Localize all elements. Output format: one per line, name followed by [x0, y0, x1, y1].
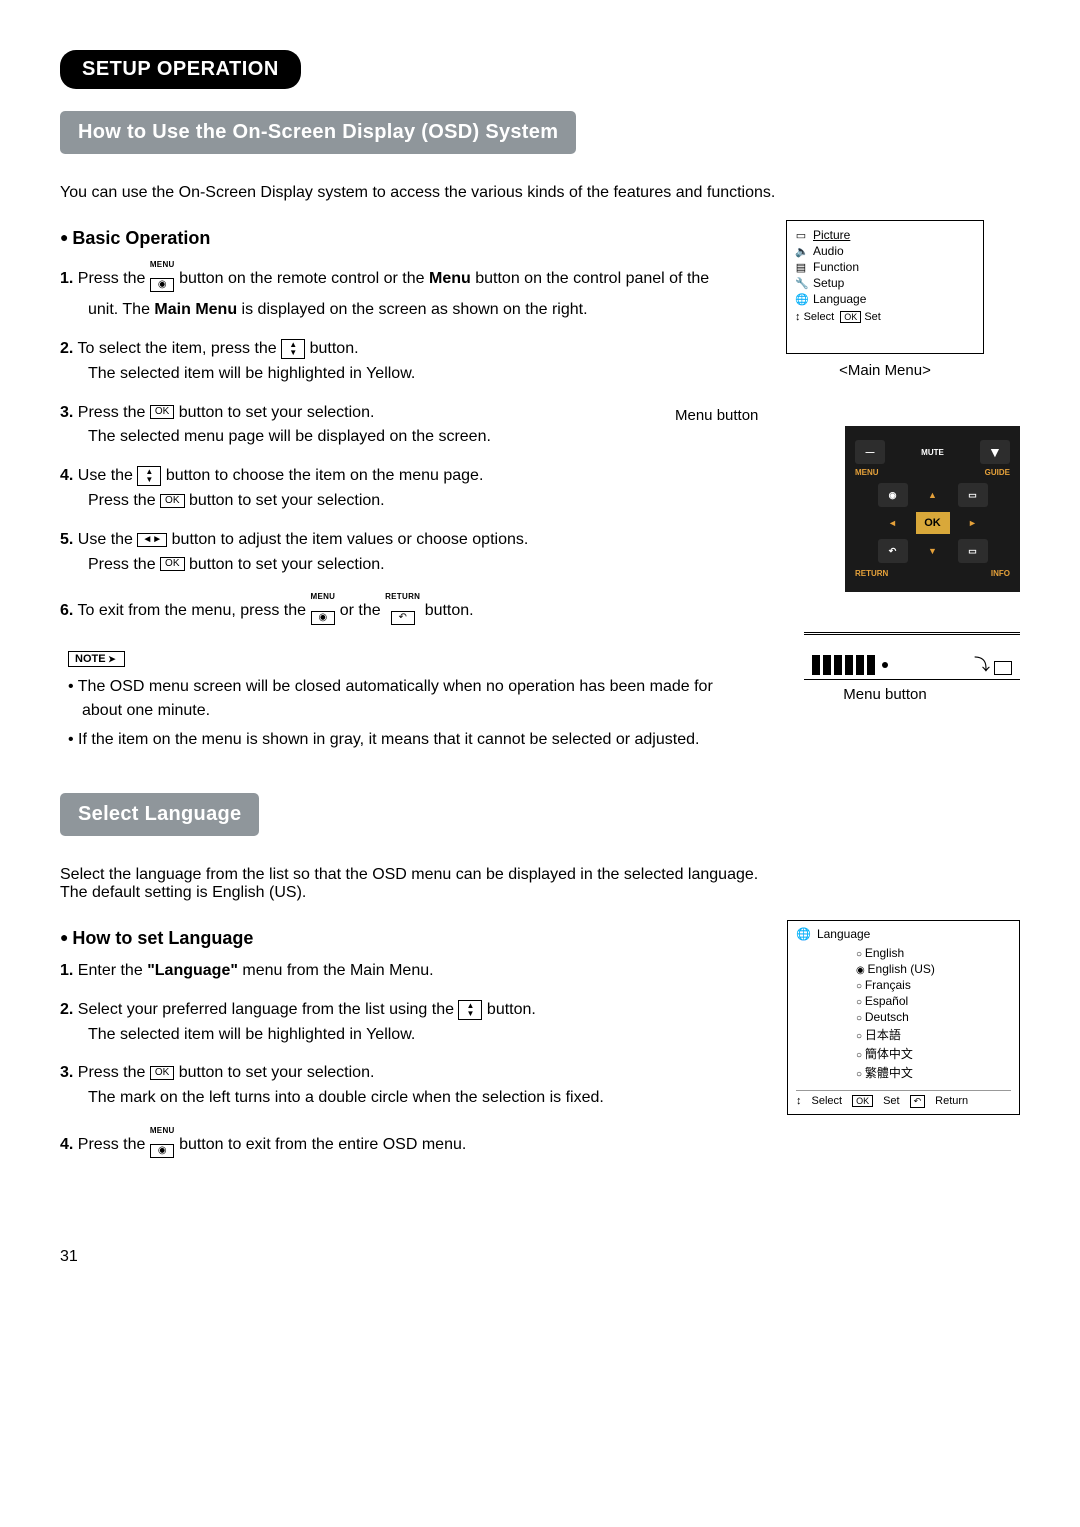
globe-icon: 🌐 — [796, 927, 811, 941]
osd-item-function: ▤ Function — [795, 259, 975, 275]
leftright-button-icon: ◄► — [137, 533, 167, 547]
basic-operation-heading: Basic Operation — [60, 228, 725, 249]
lang-espanol: Español — [856, 993, 1011, 1009]
lang-step-2: 2. Select your preferred language from t… — [60, 998, 725, 1048]
menu-button-icon: MENU ◉ — [311, 591, 336, 630]
note-1: The OSD menu screen will be closed autom… — [68, 675, 725, 725]
osd-intro: You can use the On-Screen Display system… — [60, 184, 1020, 202]
remote-mute-label: MUTE — [921, 448, 944, 457]
remote-return-button: ↶ — [878, 539, 908, 563]
osd-section: How to Use the On-Screen Display (OSD) S… — [60, 111, 1020, 757]
page-number: 31 — [60, 1248, 1020, 1266]
step-2: 2. To select the item, press the ▲▼ butt… — [60, 337, 725, 387]
remote-info-label: INFO — [991, 569, 1010, 578]
language-osd-box: 🌐 Language English English (US) Français… — [787, 920, 1020, 1115]
return-button-icon: RETURN ↶ — [385, 591, 420, 630]
lang-francais: Français — [856, 977, 1011, 993]
remote-guide-button: ▭ — [958, 483, 988, 507]
ok-button-icon: OK — [160, 557, 184, 571]
ok-button-icon: OK — [150, 1066, 174, 1080]
menu-button-icon: MENU ◉ — [150, 1125, 175, 1164]
remote-ok-button: OK — [916, 512, 950, 534]
remote-right-arrow: ► — [968, 518, 977, 528]
updown-button-icon: ▲▼ — [281, 339, 305, 359]
remote-down-arrow-button: ▼ — [980, 440, 1010, 464]
ok-button-icon: OK — [160, 494, 184, 508]
setup-icon: 🔧 — [795, 277, 807, 290]
remote-info-button: ▭ — [958, 539, 988, 563]
note-list: The OSD menu screen will be closed autom… — [68, 675, 725, 753]
remote-return-label: RETURN — [855, 569, 888, 578]
lang-traditional-chinese: 繁體中文 — [856, 1063, 1011, 1082]
language-box-title: Language — [817, 927, 870, 941]
language-list: English English (US) Français Español De… — [796, 945, 1011, 1082]
panel-menu-button-label: Menu button — [750, 686, 1020, 703]
remote-left-arrow: ◄ — [888, 518, 897, 528]
lang-english: English — [856, 945, 1011, 961]
step-3: 3. Press the OK button to set your selec… — [60, 401, 725, 451]
remote-illustration: — MUTE ▼ MENU GUIDE ◉ ▲ ▭ ◄ OK ► ↶ — [845, 426, 1020, 592]
basic-operation-steps: 1. Press the MENU ◉ button on the remote… — [60, 259, 725, 631]
language-box-footer: ↕Select OKSet ↶Return — [796, 1090, 1011, 1108]
language-section: Select Language Select the language from… — [60, 793, 1020, 1178]
lang-step-1: 1. Enter the "Language" menu from the Ma… — [60, 959, 725, 984]
osd-item-language: 🌐 Language — [795, 291, 975, 307]
remote-up-arrow: ▲ — [928, 490, 937, 500]
menu-button-pointer-remote: Menu button — [675, 407, 1020, 424]
basic-operation-col: Basic Operation 1. Press the MENU ◉ butt… — [60, 220, 725, 757]
language-steps-col: How to set Language 1. Enter the "Langua… — [60, 920, 725, 1178]
illustration-col: ▭ Picture 🔈 Audio ▤ Function 🔧 Setup 🌐 — [750, 220, 1020, 703]
language-heading: How to set Language — [60, 928, 725, 949]
language-intro: Select the language from the list so tha… — [60, 866, 1020, 902]
step-1: 1. Press the MENU ◉ button on the remote… — [60, 259, 725, 323]
lang-japanese: 日本語 — [856, 1025, 1011, 1044]
step-5: 5. Use the ◄► button to adjust the item … — [60, 528, 725, 578]
main-menu-osd-box: ▭ Picture 🔈 Audio ▤ Function 🔧 Setup 🌐 — [786, 220, 984, 354]
updown-button-icon: ▲▼ — [137, 466, 161, 486]
remote-menu-label: MENU — [855, 468, 879, 477]
updown-button-icon: ▲▼ — [458, 1000, 482, 1020]
remote-guide-label: GUIDE — [985, 468, 1010, 477]
osd-item-audio: 🔈 Audio — [795, 243, 975, 259]
panel-illustration: ⤵ — [804, 632, 1020, 680]
osd-subsection-title: How to Use the On-Screen Display (OSD) S… — [60, 111, 576, 154]
language-subsection-title: Select Language — [60, 793, 259, 836]
language-box-col: 🌐 Language English English (US) Français… — [750, 920, 1020, 1115]
osd-item-picture: ▭ Picture — [795, 227, 975, 243]
note-tag: NOTE — [68, 651, 125, 667]
step-6: 6. To exit from the menu, press the MENU… — [60, 591, 725, 630]
step-4: 4. Use the ▲▼ button to choose the item … — [60, 464, 725, 514]
language-steps: 1. Enter the "Language" menu from the Ma… — [60, 959, 725, 1164]
lang-step-4: 4. Press the MENU ◉ button to exit from … — [60, 1125, 725, 1164]
remote-menu-button: ◉ — [878, 483, 908, 507]
ok-button-icon: OK — [150, 405, 174, 419]
audio-icon: 🔈 — [795, 245, 807, 258]
picture-icon: ▭ — [795, 229, 807, 242]
remote-down-arrow: ▼ — [928, 546, 937, 556]
lang-deutsch: Deutsch — [856, 1009, 1011, 1025]
function-icon: ▤ — [795, 261, 807, 274]
lang-simplified-chinese: 簡体中文 — [856, 1044, 1011, 1063]
section-title: SETUP OPERATION — [60, 50, 301, 89]
main-menu-caption: <Main Menu> — [750, 362, 1020, 379]
lang-english-us: English (US) — [856, 961, 1011, 977]
osd-footer: ↕ Select OK Set — [795, 311, 975, 323]
osd-item-setup: 🔧 Setup — [795, 275, 975, 291]
globe-icon: 🌐 — [795, 293, 807, 306]
note-2: If the item on the menu is shown in gray… — [68, 728, 725, 753]
menu-button-icon: MENU ◉ — [150, 259, 175, 298]
lang-step-3: 3. Press the OK button to set your selec… — [60, 1061, 725, 1111]
remote-minus-button: — — [855, 440, 885, 464]
